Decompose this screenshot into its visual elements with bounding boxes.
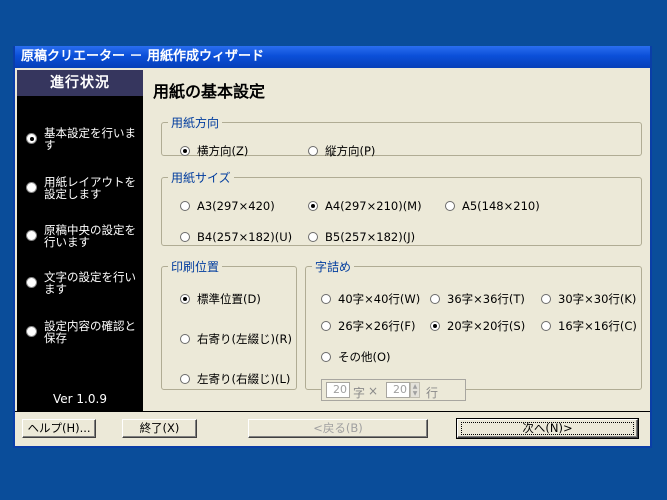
- print-position-legend: 印刷位置: [171, 260, 220, 274]
- custom-packing-controls: 20 字 × 20 ▲ ▼ 行: [321, 379, 471, 401]
- step-indicator-icon: [26, 277, 37, 288]
- spin-up-icon: ▲: [412, 383, 418, 390]
- sidebar-header: 進行状況: [17, 70, 143, 96]
- radio-icon: [180, 374, 190, 384]
- step-label: 原稿中央の設定を行います: [44, 223, 136, 249]
- radio-icon: [430, 294, 440, 304]
- radio-icon: [180, 294, 190, 304]
- next-button[interactable]: 次へ(N)>: [456, 418, 639, 439]
- radio-icon: [308, 232, 318, 242]
- step-label: 設定内容の確認と保存: [44, 319, 136, 345]
- chars-unit-label: 字: [353, 386, 366, 400]
- help-button[interactable]: ヘルプ(H)...: [22, 419, 96, 438]
- radio-icon: [308, 201, 318, 211]
- back-button[interactable]: <戻る(B): [248, 419, 428, 438]
- orientation-group: 用紙方向 横方向(Z) 縦方向(P): [161, 114, 642, 158]
- paper-size-legend: 用紙サイズ: [171, 171, 231, 185]
- progress-sidebar: 進行状況 基本設定を行います 用紙レイアウトを設定します 原稿中央の設定を行いま…: [17, 70, 143, 412]
- step-label: 基本設定を行います: [44, 126, 136, 152]
- char-packing-group: 字詰め 40字×40行(W) 36字×36行(T) 30字×30行(K) 26字…: [305, 258, 642, 401]
- radio-icon: [180, 334, 190, 344]
- spin-down-icon: ▼: [412, 390, 418, 397]
- radio-icon: [180, 201, 190, 211]
- version-label: Ver 1.0.9: [53, 392, 107, 406]
- custom-lines-input[interactable]: 20: [386, 382, 410, 398]
- radio-icon: [321, 294, 331, 304]
- radio-icon: [180, 146, 190, 156]
- radio-icon: [541, 321, 551, 331]
- char-packing-legend: 字詰め: [315, 260, 352, 274]
- step-indicator-icon: [26, 230, 37, 241]
- custom-packing-frame: 20 字 × 20 ▲ ▼ 行: [321, 379, 466, 401]
- radio-icon: [321, 321, 331, 331]
- main-panel: 用紙の基本設定 用紙方向 横方向(Z) 縦方向(P) 用紙サイズ A3(297×…: [145, 70, 650, 412]
- step-label: 用紙レイアウトを設定します: [44, 175, 136, 201]
- radio-icon: [308, 146, 318, 156]
- step-indicator-icon: [26, 326, 37, 337]
- radio-icon: [180, 232, 190, 242]
- focus-rect: [461, 422, 634, 435]
- paper-size-group: 用紙サイズ A3(297×420) A4(297×210)(M) A5(148×…: [161, 169, 642, 246]
- lines-unit-label: 行: [426, 386, 439, 400]
- step-indicator-icon: [26, 182, 37, 193]
- window-title: 原稿クリエーター － 用紙作成ウィザード: [21, 49, 265, 64]
- exit-button[interactable]: 終了(X): [122, 419, 197, 438]
- custom-chars-input[interactable]: 20: [326, 382, 350, 398]
- step-indicator-icon: [26, 133, 37, 144]
- orientation-legend: 用紙方向: [171, 116, 220, 130]
- title-bar[interactable]: 原稿クリエーター － 用紙作成ウィザード: [15, 46, 650, 68]
- radio-icon: [445, 201, 455, 211]
- step-label: 文字の設定を行います: [44, 270, 136, 296]
- radio-icon: [430, 321, 440, 331]
- times-label: ×: [368, 384, 379, 398]
- lines-spinner[interactable]: ▲ ▼: [410, 382, 420, 398]
- print-position-group: 印刷位置 標準位置(D) 右寄り(左綴じ)(R) 左寄り(右綴じ)(L): [161, 258, 297, 390]
- page-title: 用紙の基本設定: [153, 82, 266, 101]
- radio-icon: [321, 352, 331, 362]
- wizard-window: 原稿クリエーター － 用紙作成ウィザード 進行状況 基本設定を行います 用紙レイ…: [13, 46, 652, 448]
- radio-icon: [541, 294, 551, 304]
- button-bar: ヘルプ(H)... 終了(X) <戻る(B) 次へ(N)>: [15, 411, 650, 446]
